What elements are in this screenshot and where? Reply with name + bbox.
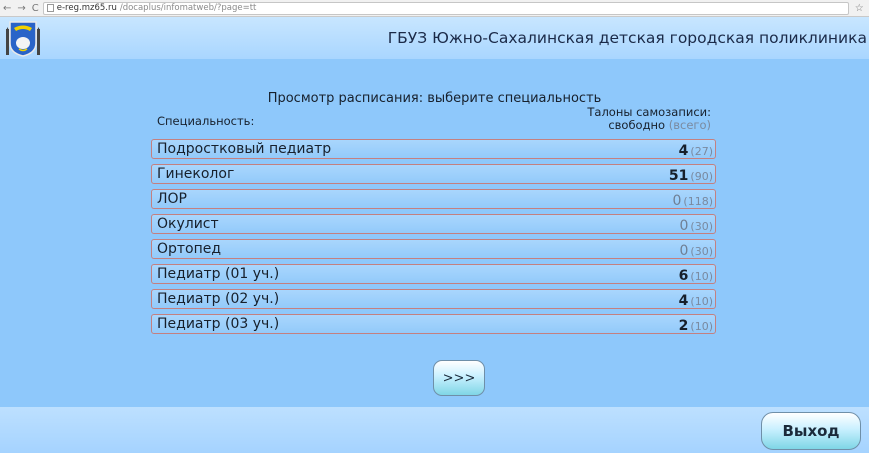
total-count: (118) [683,194,713,208]
specialty-name: Педиатр (01 уч.) [157,266,280,282]
specialty-row-pediatrician-01[interactable]: Педиатр (01 уч.) 6 (10) [151,264,716,284]
specialty-row-gynecologist[interactable]: Гинеколог 51 (90) [151,164,716,184]
column-header-tickets: Талоны самозаписи: свободно (всего) [551,106,711,132]
specialty-row-orthopedist[interactable]: Ортопед 0 (30) [151,239,716,259]
specialty-name: Ортопед [157,241,222,257]
free-count: 4 [678,142,689,159]
reload-icon[interactable]: C [32,3,39,14]
free-count: 0 [672,192,682,209]
forward-icon[interactable]: → [17,3,25,14]
browser-nav: ← → C [0,3,43,14]
total-count: (30) [690,244,713,258]
footer-bar: Выход [0,407,869,453]
free-count: 2 [678,317,689,334]
specialty-name: ЛОР [157,191,187,207]
specialty-name: Подростковый педиатр [157,141,332,157]
back-icon[interactable]: ← [3,3,11,14]
url-host: e-reg.mz65.ru [56,3,117,13]
specialty-row-pediatrician-02[interactable]: Педиатр (02 уч.) 4 (10) [151,289,716,309]
total-count: (10) [690,319,713,333]
column-header-tickets-legend: свободно (всего) [551,119,711,132]
specialty-list: Подростковый педиатр 4 (27) Гинеколог 51(… [151,139,716,339]
free-count: 0 [679,242,689,259]
free-count: 0 [679,217,689,234]
site-header: ГБУЗ Южно-Сахалинская детская городская … [0,17,869,59]
specialty-row-ophthalmologist[interactable]: Окулист 0 (30) [151,214,716,234]
ticket-counts: 2 (10) [679,315,713,334]
page-icon [46,4,54,12]
ticket-counts: 51 (90) [669,165,713,184]
specialty-name: Окулист [157,216,219,232]
column-header-specialty: Специальность: [157,114,255,128]
specialty-row-pediatrician-03[interactable]: Педиатр (03 уч.) 2 (10) [151,314,716,334]
total-count: (10) [690,294,713,308]
total-count: (90) [690,169,713,183]
ticket-counts: 0 (118) [672,190,713,209]
column-header-free: свободно [608,118,666,132]
specialty-row-teen-pediatrician[interactable]: Подростковый педиатр 4 (27) [151,139,716,159]
main-panel: Просмотр расписания: выберите специально… [0,59,869,407]
specialty-name: Педиатр (02 уч.) [157,291,280,307]
specialty-name: Гинеколог [157,166,235,182]
page-title: Просмотр расписания: выберите специально… [267,91,602,106]
url-path: /docaplus/infomatweb/?page=tt [119,3,257,13]
clinic-name: ГБУЗ Южно-Сахалинская детская городская … [387,29,867,47]
ticket-counts: 4 (10) [679,290,713,309]
total-count: (10) [690,269,713,283]
bookmark-star-icon[interactable]: ☆ [855,3,864,14]
ticket-counts: 6 (10) [679,265,713,284]
next-page-button[interactable]: >>> [433,360,485,396]
column-header-total: (всего) [668,118,711,132]
address-bar[interactable]: e-reg.mz65.ru/docaplus/infomatweb/?page=… [42,1,849,15]
specialty-name: Педиатр (03 уч.) [157,316,280,332]
ticket-counts: 0 (30) [679,215,713,234]
ticket-counts: 4 (27) [679,140,713,159]
sakhalin-coat-of-arms-icon [6,21,40,57]
browser-toolbar: ← → C e-reg.mz65.ru/docaplus/infomatweb/… [0,0,869,17]
total-count: (27) [690,144,713,158]
exit-button[interactable]: Выход [761,412,861,450]
total-count: (30) [690,219,713,233]
ticket-counts: 0 (30) [679,240,713,259]
free-count: 4 [678,292,689,309]
free-count: 6 [678,267,689,284]
free-count: 51 [668,167,689,184]
specialty-row-ent[interactable]: ЛОР 0 (118) [151,189,716,209]
